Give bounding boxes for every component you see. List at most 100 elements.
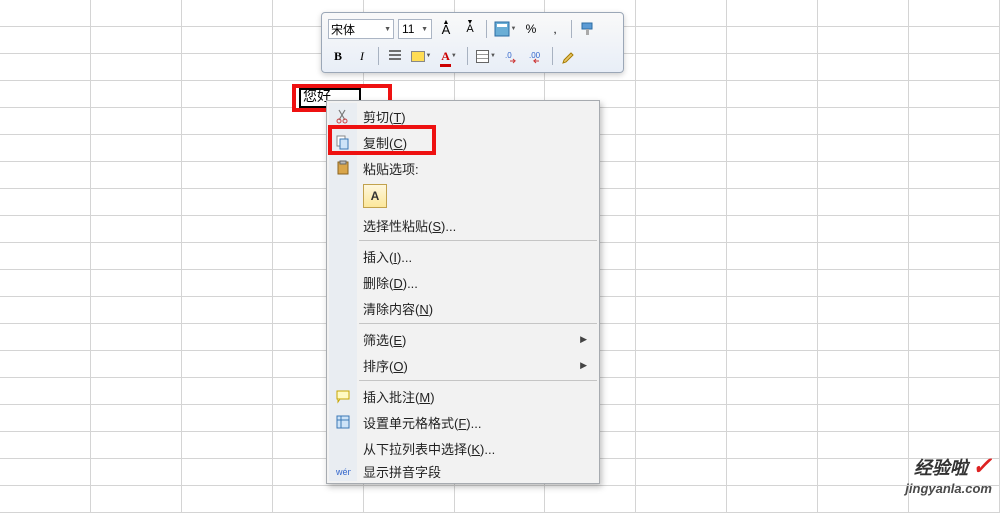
grid-cell[interactable] — [909, 270, 1000, 297]
grid-cell[interactable] — [909, 108, 1000, 135]
grid-cell[interactable] — [727, 351, 818, 378]
grid-cell[interactable] — [727, 297, 818, 324]
grid-cell[interactable] — [909, 81, 1000, 108]
grid-cell[interactable] — [91, 189, 182, 216]
grid-cell[interactable] — [91, 216, 182, 243]
grid-cell[interactable] — [636, 54, 727, 81]
grid-cell[interactable] — [636, 108, 727, 135]
grid-cell[interactable] — [727, 243, 818, 270]
grid-cell[interactable] — [727, 27, 818, 54]
merge-button[interactable] — [559, 46, 579, 66]
grid-cell[interactable] — [909, 243, 1000, 270]
grid-cell[interactable] — [636, 0, 727, 27]
grid-cell[interactable] — [818, 324, 909, 351]
grid-cell[interactable] — [636, 216, 727, 243]
grid-cell[interactable] — [91, 162, 182, 189]
grid-cell[interactable] — [727, 459, 818, 486]
grid-cell[interactable] — [91, 54, 182, 81]
paste-keep-text-button[interactable]: A — [363, 184, 387, 208]
grid-cell[interactable] — [818, 135, 909, 162]
grid-cell[interactable] — [727, 0, 818, 27]
grid-cell[interactable] — [0, 297, 91, 324]
menu-dropdown-list[interactable]: 从下拉列表中选择(K)... — [329, 435, 597, 461]
menu-copy[interactable]: 复制(C) — [329, 129, 597, 155]
font-name-select[interactable]: 宋体 ▼ — [328, 19, 394, 39]
grid-cell[interactable] — [727, 324, 818, 351]
grid-cell[interactable] — [818, 216, 909, 243]
grid-cell[interactable] — [818, 27, 909, 54]
grid-cell[interactable] — [818, 108, 909, 135]
grid-cell[interactable] — [91, 135, 182, 162]
menu-sort[interactable]: 排序(O) — [329, 352, 597, 378]
grid-cell[interactable] — [727, 108, 818, 135]
grid-cell[interactable] — [0, 189, 91, 216]
grid-cell[interactable] — [818, 81, 909, 108]
increase-decimal-button[interactable]: .00 — [526, 46, 546, 66]
grid-cell[interactable] — [909, 216, 1000, 243]
grid-cell[interactable] — [0, 432, 91, 459]
grid-cell[interactable] — [182, 270, 273, 297]
align-button[interactable] — [385, 46, 405, 66]
grid-cell[interactable] — [0, 270, 91, 297]
percent-button[interactable]: % — [521, 19, 541, 39]
grid-cell[interactable] — [727, 162, 818, 189]
menu-insert[interactable]: 插入(I)... — [329, 243, 597, 269]
grid-cell[interactable] — [0, 135, 91, 162]
grid-cell[interactable] — [909, 27, 1000, 54]
grid-cell[interactable] — [636, 351, 727, 378]
grid-cell[interactable] — [0, 54, 91, 81]
bold-button[interactable]: B — [328, 46, 348, 66]
grid-cell[interactable] — [727, 216, 818, 243]
grid-cell[interactable] — [91, 432, 182, 459]
grid-cell[interactable] — [91, 459, 182, 486]
grid-cell[interactable] — [182, 405, 273, 432]
menu-comment[interactable]: 插入批注(M) — [329, 383, 597, 409]
grid-cell[interactable] — [636, 243, 727, 270]
grid-cell[interactable] — [909, 0, 1000, 27]
grid-cell[interactable] — [91, 0, 182, 27]
grid-cell[interactable] — [91, 270, 182, 297]
grid-cell[interactable] — [91, 81, 182, 108]
grid-cell[interactable] — [182, 27, 273, 54]
grid-cell[interactable] — [182, 189, 273, 216]
grid-cell[interactable] — [727, 54, 818, 81]
menu-pinyin[interactable]: wén 显示拼音字段 — [329, 461, 597, 481]
grid-cell[interactable] — [636, 27, 727, 54]
grow-font-button[interactable]: A▲ — [436, 19, 456, 39]
grid-cell[interactable] — [182, 351, 273, 378]
grid-cell[interactable] — [182, 216, 273, 243]
grid-cell[interactable] — [727, 405, 818, 432]
grid-cell[interactable] — [909, 135, 1000, 162]
grid-cell[interactable] — [0, 378, 91, 405]
grid-cell[interactable] — [818, 405, 909, 432]
grid-cell[interactable] — [182, 81, 273, 108]
grid-cell[interactable] — [182, 459, 273, 486]
grid-cell[interactable] — [0, 81, 91, 108]
grid-cell[interactable] — [182, 432, 273, 459]
grid-cell[interactable] — [636, 459, 727, 486]
borders-button[interactable] — [474, 46, 498, 66]
grid-cell[interactable] — [0, 216, 91, 243]
grid-cell[interactable] — [91, 324, 182, 351]
grid-cell[interactable] — [909, 324, 1000, 351]
grid-cell[interactable] — [636, 81, 727, 108]
grid-cell[interactable] — [818, 243, 909, 270]
grid-cell[interactable] — [91, 378, 182, 405]
grid-cell[interactable] — [909, 54, 1000, 81]
grid-cell[interactable] — [0, 324, 91, 351]
menu-cut[interactable]: 剪切(T) — [329, 103, 597, 129]
grid-cell[interactable] — [91, 405, 182, 432]
grid-cell[interactable] — [818, 459, 909, 486]
grid-cell[interactable] — [818, 189, 909, 216]
grid-cell[interactable] — [909, 405, 1000, 432]
menu-paste-special[interactable]: 选择性粘贴(S)... — [329, 212, 597, 238]
grid-cell[interactable] — [818, 378, 909, 405]
menu-clear[interactable]: 清除内容(N) — [329, 295, 597, 321]
grid-cell[interactable] — [182, 378, 273, 405]
format-painter-button[interactable] — [578, 19, 598, 39]
grid-cell[interactable] — [727, 270, 818, 297]
grid-cell[interactable] — [0, 108, 91, 135]
grid-cell[interactable] — [818, 351, 909, 378]
grid-cell[interactable] — [182, 54, 273, 81]
grid-cell[interactable] — [91, 108, 182, 135]
